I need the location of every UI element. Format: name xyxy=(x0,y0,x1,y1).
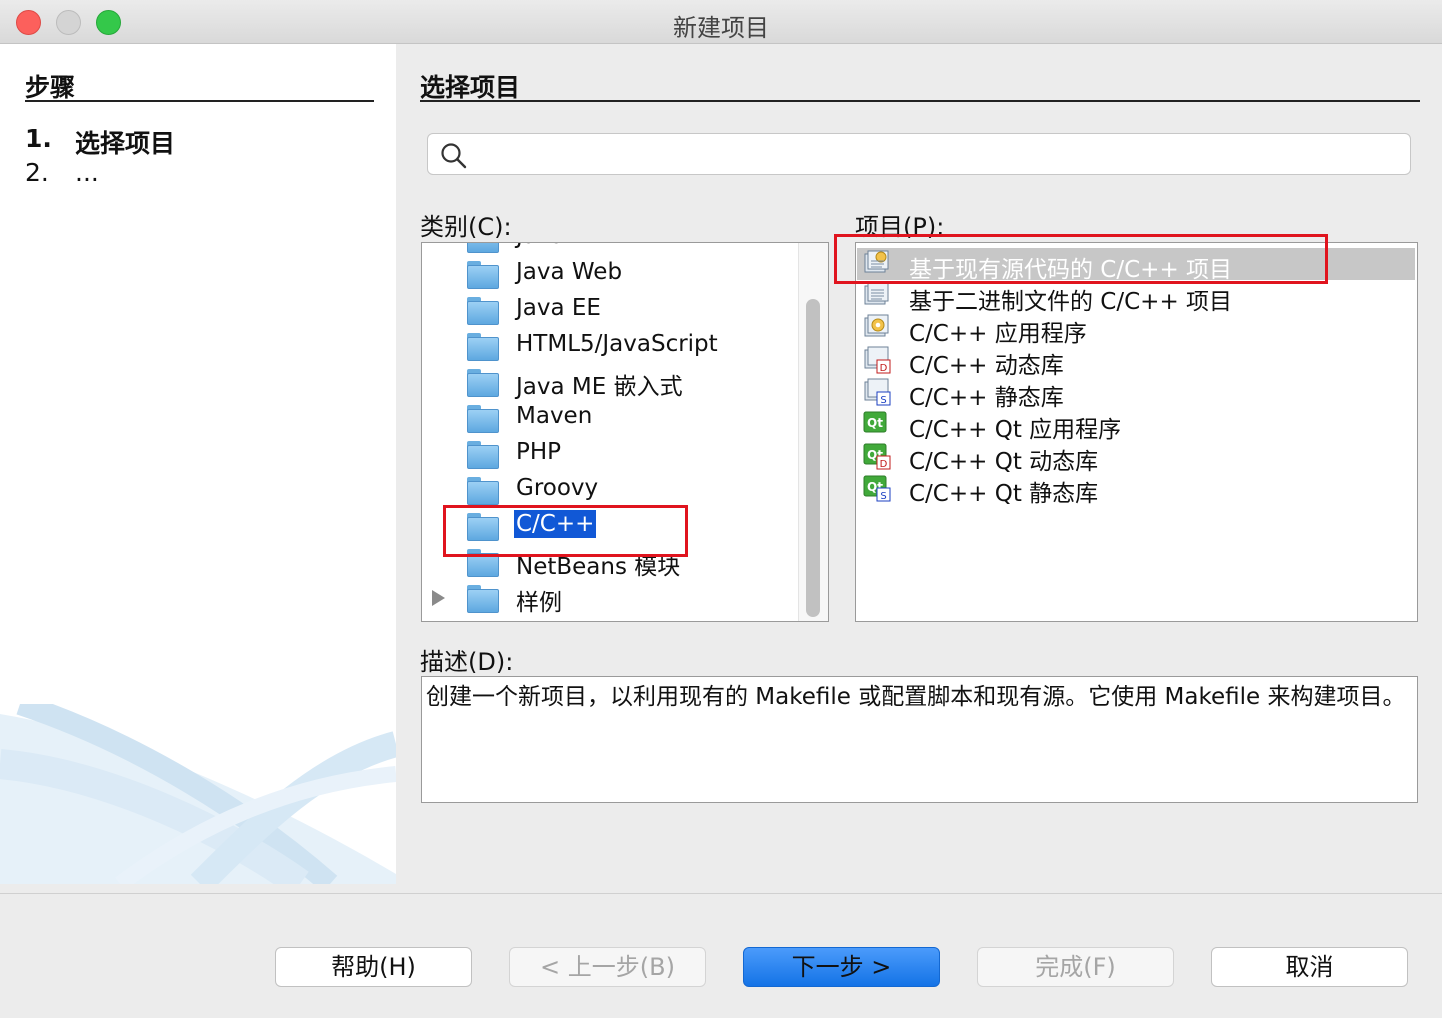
categories-list[interactable]: JavaFX Java Web Java EE HTML5/JavaScript Jav… xyxy=(421,242,829,622)
page-title: 选择项目 xyxy=(420,73,521,102)
category-label: JavaFX xyxy=(514,243,596,250)
step-label: ... xyxy=(75,158,99,187)
category-label: Java ME 嵌入式 xyxy=(516,374,683,400)
title-bar: 新建项目 xyxy=(0,0,1442,44)
category-item[interactable]: Java ME 嵌入式 xyxy=(422,365,802,401)
highlight-box-category xyxy=(443,505,688,557)
category-label: Maven xyxy=(516,403,593,429)
steps-panel: 步骤 1. 选择项目 2. ... xyxy=(0,44,396,884)
category-item[interactable]: Java EE xyxy=(422,293,802,329)
project-label: C/C++ Qt 动态库 xyxy=(909,449,1099,475)
category-label: HTML5/JavaScript xyxy=(516,331,718,357)
category-label: Java Web xyxy=(516,259,623,285)
cpp-static-library-icon: S xyxy=(862,377,892,407)
highlight-box-project xyxy=(834,234,1328,284)
step-number: 1. xyxy=(25,124,52,153)
step-item: 1. 选择项目 xyxy=(25,124,175,160)
search-box[interactable] xyxy=(427,133,1411,175)
projects-list[interactable]: 基于现有源代码的 C/C++ 项目 基于二进制文件的 C/C++ 项目 C/C++ … xyxy=(855,242,1418,622)
project-item[interactable]: D C/C++ 动态库 xyxy=(857,344,1415,379)
folder-icon xyxy=(467,297,499,325)
qt-application-icon: Qt xyxy=(862,409,892,439)
project-item[interactable]: Qt S C/C++ Qt 静态库 xyxy=(857,472,1415,507)
project-label: C/C++ 静态库 xyxy=(909,385,1064,411)
window-title: 新建项目 xyxy=(673,14,769,42)
finish-button[interactable]: 完成(F) xyxy=(977,947,1174,987)
step-number: 2. xyxy=(25,158,49,187)
expand-arrow-icon[interactable] xyxy=(432,590,445,606)
category-label: 样例 xyxy=(516,590,562,616)
help-button[interactable]: 帮助(H) xyxy=(275,947,472,987)
folder-icon xyxy=(467,369,499,397)
folder-icon xyxy=(467,333,499,361)
folder-icon xyxy=(467,243,499,253)
svg-text:S: S xyxy=(880,491,886,502)
step-label: 选择项目 xyxy=(75,129,176,158)
categories-label: 类别(C): xyxy=(420,213,512,241)
search-icon xyxy=(441,143,467,169)
decorative-swoosh-graphic xyxy=(0,704,396,884)
project-item[interactable]: S C/C++ 静态库 xyxy=(857,376,1415,411)
description-text: 创建一个新项目，以利用现有的 Makefile 或配置脚本和现有源。它使用 Ma… xyxy=(421,676,1418,803)
project-item[interactable]: 基于二进制文件的 C/C++ 项目 xyxy=(857,280,1415,315)
search-input[interactable] xyxy=(478,140,1398,168)
cpp-dynamic-library-icon: D xyxy=(862,345,892,375)
binary-project-icon xyxy=(862,281,892,311)
scrollbar-track[interactable] xyxy=(798,243,828,621)
category-label: PHP xyxy=(516,439,562,465)
category-item[interactable]: HTML5/JavaScript xyxy=(422,329,802,365)
next-button[interactable]: 下一步 > xyxy=(743,947,940,987)
footer-divider xyxy=(0,893,1442,894)
svg-text:D: D xyxy=(880,459,888,470)
folder-icon xyxy=(467,585,499,613)
project-label: C/C++ Qt 静态库 xyxy=(909,481,1099,507)
project-label: C/C++ Qt 应用程序 xyxy=(909,417,1122,443)
folder-icon xyxy=(467,405,499,433)
title-divider xyxy=(420,100,1420,102)
svg-text:S: S xyxy=(880,395,886,406)
category-item[interactable]: Groovy xyxy=(422,473,802,509)
category-label: Groovy xyxy=(516,475,599,501)
category-item[interactable]: JavaFX xyxy=(422,243,802,257)
cpp-application-icon xyxy=(862,313,892,343)
folder-icon xyxy=(467,441,499,469)
folder-icon xyxy=(467,477,499,505)
project-item[interactable]: Qt C/C++ Qt 应用程序 xyxy=(857,408,1415,443)
description-label: 描述(D): xyxy=(420,648,514,676)
project-label: C/C++ 应用程序 xyxy=(909,321,1087,347)
project-item[interactable]: Qt D C/C++ Qt 动态库 xyxy=(857,440,1415,475)
category-item[interactable]: Java Web xyxy=(422,257,802,293)
svg-text:Qt: Qt xyxy=(867,416,883,430)
previous-button[interactable]: < 上一步(B) xyxy=(509,947,706,987)
qt-static-library-icon: Qt S xyxy=(862,473,892,503)
category-item[interactable]: Maven xyxy=(422,401,802,437)
category-item[interactable]: PHP xyxy=(422,437,802,473)
project-label: 基于二进制文件的 C/C++ 项目 xyxy=(909,289,1233,315)
svg-text:D: D xyxy=(880,363,888,374)
category-label: Java EE xyxy=(516,295,601,321)
folder-icon xyxy=(467,261,499,289)
project-item[interactable]: C/C++ 应用程序 xyxy=(857,312,1415,347)
cancel-button[interactable]: 取消 xyxy=(1211,947,1408,987)
steps-divider xyxy=(25,100,374,102)
qt-dynamic-library-icon: Qt D xyxy=(862,441,892,471)
category-item[interactable]: 样例 xyxy=(422,581,802,617)
project-label: C/C++ 动态库 xyxy=(909,353,1064,379)
scrollbar-thumb[interactable] xyxy=(806,299,820,617)
step-item: 2. ... xyxy=(25,158,99,187)
steps-title: 步骤 xyxy=(25,73,76,102)
